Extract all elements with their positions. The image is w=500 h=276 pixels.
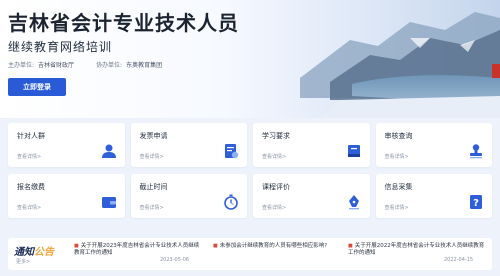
notice-item-date: 2023-05-06 xyxy=(160,257,190,263)
svg-text:?: ? xyxy=(473,198,479,209)
card-course-evaluation[interactable]: 课程评价 查看详情> xyxy=(253,174,370,218)
login-button[interactable]: 立即登录 xyxy=(8,78,66,96)
card-audit-query[interactable]: 审核查询 查看详情> xyxy=(375,123,492,167)
stamp-icon xyxy=(470,144,482,159)
notice-item-text: 关于开展2022年度吉林省会计专业技术人员继续教育工作的通知 xyxy=(348,243,485,256)
card-title: 学习要求 xyxy=(262,132,290,140)
card-title: 审核查询 xyxy=(384,132,413,140)
pen-icon xyxy=(348,195,359,210)
card-detail-link[interactable]: 查看详情> xyxy=(262,204,286,211)
card-title: 报名缴费 xyxy=(17,183,45,191)
card-info-collection[interactable]: 信息采集 查看详情> ? xyxy=(375,174,492,218)
book-icon xyxy=(347,145,360,157)
page-title: 吉林省会计专业技术人员 xyxy=(8,11,239,35)
question-icon: ? xyxy=(470,195,482,209)
organizer-row: 主办单位: 吉林省财政厅 协办单位: 东奥教育集团 xyxy=(8,60,162,69)
notice-title-part2: 公告 xyxy=(34,247,54,258)
notice-item[interactable]: ■ 未参加会计继续教育的人员有哪些相应影响? xyxy=(213,243,343,250)
host-unit: 主办单位: 吉林省财政厅 xyxy=(8,60,74,69)
wallet-icon xyxy=(101,197,116,208)
bullet-icon: ■ xyxy=(213,243,218,249)
card-detail-link[interactable]: 查看详情> xyxy=(17,153,41,160)
card-target-group[interactable]: 针对人群 查看详情> xyxy=(8,123,125,167)
card-detail-link[interactable]: 查看详情> xyxy=(385,153,409,160)
bullet-icon: ■ xyxy=(74,243,79,249)
card-detail-link[interactable]: 查看详情> xyxy=(262,153,286,160)
notice-title-part1: 通知 xyxy=(14,247,34,258)
card-detail-link[interactable]: 查看详情> xyxy=(140,153,164,160)
co-host-unit: 协办单位: 东奥教育集团 xyxy=(96,60,162,69)
co-host-label: 协办单位: xyxy=(96,62,123,69)
notice-title: 通知公告 xyxy=(14,243,54,258)
card-detail-link[interactable]: 查看详情> xyxy=(17,204,41,211)
person-icon xyxy=(101,144,116,158)
card-title: 发票申请 xyxy=(139,132,168,140)
card-title: 课程评价 xyxy=(262,183,290,191)
notice-item-text: 未参加会计继续教育的人员有哪些相应影响? xyxy=(219,243,328,249)
notice-item-text: 关于开展2023年度吉林省会计专业技术人员继续教育工作的通知 xyxy=(74,243,200,256)
notice-bar: 通知公告 更多> ■ 关于开展2023年度吉林省会计专业技术人员继续教育工作的通知… xyxy=(8,238,492,270)
card-detail-link[interactable]: 查看详情> xyxy=(140,204,164,211)
invoice-icon xyxy=(225,144,239,159)
card-detail-link[interactable]: 查看详情> xyxy=(385,204,409,211)
notice-more-link[interactable]: 更多> xyxy=(16,258,30,265)
card-study-requirements[interactable]: 学习要求 查看详情> xyxy=(253,123,370,167)
host-label: 主办单位: xyxy=(8,62,35,69)
mountain-lake-illustration xyxy=(260,0,500,118)
notice-item[interactable]: ■ 关于开展2023年度吉林省会计专业技术人员继续教育工作的通知 2023-05-… xyxy=(74,243,202,263)
card-registration-payment[interactable]: 报名缴费 查看详情> xyxy=(8,174,125,218)
card-title: 信息采集 xyxy=(384,183,413,191)
stopwatch-icon xyxy=(224,194,238,210)
feature-grid: 针对人群 查看详情> 发票申请 查看详情> 学习要求 查看详情> 审核查询 查看… xyxy=(8,123,492,218)
page-subtitle: 继续教育网络培训 xyxy=(8,40,113,54)
card-invoice-apply[interactable]: 发票申请 查看详情> xyxy=(130,123,247,167)
hero-banner: 吉林省会计专业技术人员 继续教育网络培训 主办单位: 吉林省财政厅 协办单位: 东奥… xyxy=(0,0,500,118)
notice-item-date: 2022-04-15 xyxy=(444,257,474,263)
bullet-icon: ■ xyxy=(348,243,353,249)
host-value: 吉林省财政厅 xyxy=(38,62,75,69)
card-title: 截止时间 xyxy=(139,183,168,191)
card-deadline[interactable]: 截止时间 查看详情> xyxy=(130,174,247,218)
co-host-value: 东奥教育集团 xyxy=(126,62,163,69)
card-title: 针对人群 xyxy=(17,132,45,140)
notice-item[interactable]: ■ 关于开展2022年度吉林省会计专业技术人员继续教育工作的通知 2022-04-… xyxy=(348,243,486,263)
